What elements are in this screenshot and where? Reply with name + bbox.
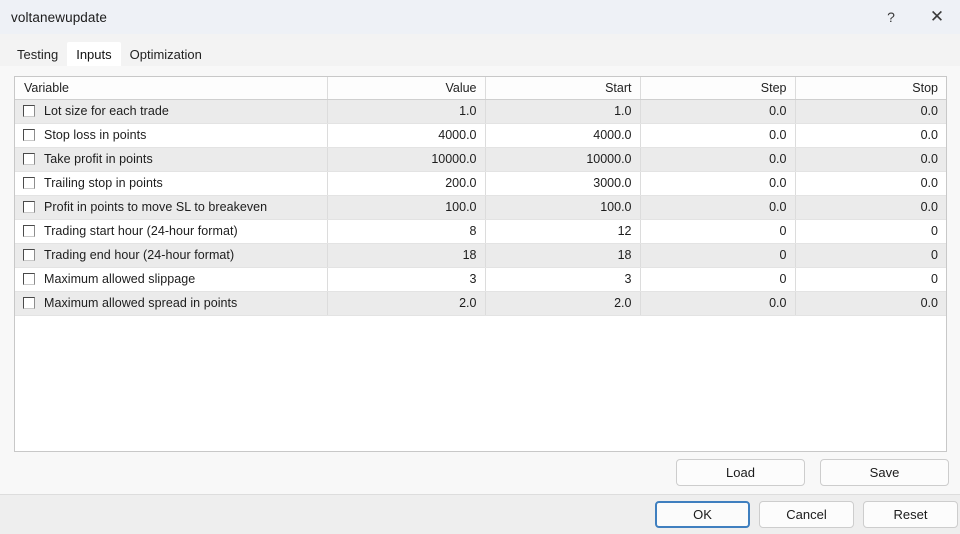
table-row[interactable]: Take profit in points 10000.0 10000.0 0.… <box>15 147 946 172</box>
variable-label: Trading end hour (24-hour format) <box>44 248 235 262</box>
start-cell[interactable]: 4000.0 <box>485 123 641 148</box>
stop-cell[interactable]: 0 <box>795 267 946 292</box>
variable-label: Lot size for each trade <box>44 104 169 118</box>
help-icon[interactable]: ? <box>868 0 914 34</box>
tab-inputs[interactable]: Inputs <box>67 42 121 66</box>
variable-cell[interactable]: Maximum allowed spread in points <box>15 291 328 316</box>
variable-cell[interactable]: Take profit in points <box>15 147 328 172</box>
variable-cell[interactable]: Trading start hour (24-hour format) <box>15 219 328 244</box>
table-row[interactable]: Maximum allowed slippage 3 3 0 0 <box>15 267 946 292</box>
optimize-checkbox[interactable] <box>23 249 35 261</box>
variable-label: Trading start hour (24-hour format) <box>44 224 238 238</box>
load-save-row: Load Save <box>0 459 960 489</box>
value-cell[interactable]: 18 <box>327 243 486 268</box>
value-cell[interactable]: 1.0 <box>327 99 486 124</box>
inputs-table: Variable Value Start Step Stop Lot size … <box>15 77 946 316</box>
optimize-checkbox[interactable] <box>23 177 35 189</box>
stop-cell[interactable]: 0.0 <box>795 195 946 220</box>
table-row[interactable]: Trading start hour (24-hour format) 8 12… <box>15 219 946 244</box>
variable-cell[interactable]: Lot size for each trade <box>15 99 328 124</box>
value-cell[interactable]: 2.0 <box>327 291 486 316</box>
start-cell[interactable]: 3000.0 <box>485 171 641 196</box>
table-row[interactable]: Maximum allowed spread in points 2.0 2.0… <box>15 291 946 316</box>
step-cell[interactable]: 0.0 <box>640 147 796 172</box>
step-cell[interactable]: 0.0 <box>640 123 796 148</box>
step-cell[interactable]: 0 <box>640 267 796 292</box>
tab-optimization[interactable]: Optimization <box>121 42 211 66</box>
variable-cell[interactable]: Maximum allowed slippage <box>15 267 328 292</box>
step-cell[interactable]: 0 <box>640 243 796 268</box>
variable-label: Maximum allowed spread in points <box>44 296 238 310</box>
variable-cell[interactable]: Stop loss in points <box>15 123 328 148</box>
start-cell[interactable]: 18 <box>485 243 641 268</box>
tab-panel-inputs: Variable Value Start Step Stop Lot size … <box>0 66 960 494</box>
value-cell[interactable]: 100.0 <box>327 195 486 220</box>
value-cell[interactable]: 200.0 <box>327 171 486 196</box>
table-row[interactable]: Lot size for each trade 1.0 1.0 0.0 0.0 <box>15 99 946 124</box>
step-cell[interactable]: 0 <box>640 219 796 244</box>
cancel-button[interactable]: Cancel <box>759 501 854 528</box>
optimize-checkbox[interactable] <box>23 153 35 165</box>
load-button[interactable]: Load <box>676 459 805 486</box>
close-icon[interactable]: ✕ <box>914 0 960 34</box>
optimize-checkbox[interactable] <box>23 129 35 141</box>
step-cell[interactable]: 0.0 <box>640 291 796 316</box>
stop-cell[interactable]: 0.0 <box>795 123 946 148</box>
optimize-checkbox[interactable] <box>23 297 35 309</box>
dialog-button-bar: OK Cancel Reset <box>0 494 960 534</box>
step-cell[interactable]: 0.0 <box>640 195 796 220</box>
stop-cell[interactable]: 0.0 <box>795 171 946 196</box>
start-cell[interactable]: 12 <box>485 219 641 244</box>
optimize-checkbox[interactable] <box>23 105 35 117</box>
optimize-checkbox[interactable] <box>23 225 35 237</box>
column-header-stop[interactable]: Stop <box>795 77 946 100</box>
variable-label: Stop loss in points <box>44 128 147 142</box>
start-cell[interactable]: 10000.0 <box>485 147 641 172</box>
table-row[interactable]: Trailing stop in points 200.0 3000.0 0.0… <box>15 171 946 196</box>
variable-cell[interactable]: Profit in points to move SL to breakeven <box>15 195 328 220</box>
stop-cell[interactable]: 0 <box>795 219 946 244</box>
stop-cell[interactable]: 0.0 <box>795 147 946 172</box>
reset-button[interactable]: Reset <box>863 501 958 528</box>
column-header-start[interactable]: Start <box>485 77 641 100</box>
table-row[interactable]: Stop loss in points 4000.0 4000.0 0.0 0.… <box>15 123 946 148</box>
stop-cell[interactable]: 0.0 <box>795 291 946 316</box>
table-row[interactable]: Trading end hour (24-hour format) 18 18 … <box>15 243 946 268</box>
optimize-checkbox[interactable] <box>23 201 35 213</box>
value-cell[interactable]: 8 <box>327 219 486 244</box>
start-cell[interactable]: 1.0 <box>485 99 641 124</box>
variable-label: Profit in points to move SL to breakeven <box>44 200 268 214</box>
value-cell[interactable]: 10000.0 <box>327 147 486 172</box>
variable-label: Trailing stop in points <box>44 176 163 190</box>
variable-cell[interactable]: Trading end hour (24-hour format) <box>15 243 328 268</box>
start-cell[interactable]: 100.0 <box>485 195 641 220</box>
stop-cell[interactable]: 0 <box>795 243 946 268</box>
value-cell[interactable]: 4000.0 <box>327 123 486 148</box>
title-bar: voltanewupdate ? ✕ <box>0 0 960 34</box>
start-cell[interactable]: 3 <box>485 267 641 292</box>
input-settings-dialog: voltanewupdate ? ✕ Testing Inputs Optimi… <box>0 0 960 534</box>
tab-bar: Testing Inputs Optimization <box>0 34 960 66</box>
column-header-step[interactable]: Step <box>640 77 796 100</box>
table-row[interactable]: Profit in points to move SL to breakeven… <box>15 195 946 220</box>
variable-cell[interactable]: Trailing stop in points <box>15 171 328 196</box>
start-cell[interactable]: 2.0 <box>485 291 641 316</box>
step-cell[interactable]: 0.0 <box>640 171 796 196</box>
window-title: voltanewupdate <box>11 9 107 25</box>
variable-label: Take profit in points <box>44 152 153 166</box>
inputs-table-container[interactable]: Variable Value Start Step Stop Lot size … <box>14 76 947 452</box>
column-header-variable[interactable]: Variable <box>15 77 328 100</box>
value-cell[interactable]: 3 <box>327 267 486 292</box>
ok-button[interactable]: OK <box>655 501 750 528</box>
table-header-row: Variable Value Start Step Stop <box>15 77 946 100</box>
inputs-table-body: Lot size for each trade 1.0 1.0 0.0 0.0 <box>15 99 946 316</box>
variable-label: Maximum allowed slippage <box>44 272 196 286</box>
save-button[interactable]: Save <box>820 459 949 486</box>
step-cell[interactable]: 0.0 <box>640 99 796 124</box>
column-header-value[interactable]: Value <box>327 77 486 100</box>
window-controls: ? ✕ <box>868 0 960 34</box>
tab-testing[interactable]: Testing <box>8 42 67 66</box>
optimize-checkbox[interactable] <box>23 273 35 285</box>
stop-cell[interactable]: 0.0 <box>795 99 946 124</box>
